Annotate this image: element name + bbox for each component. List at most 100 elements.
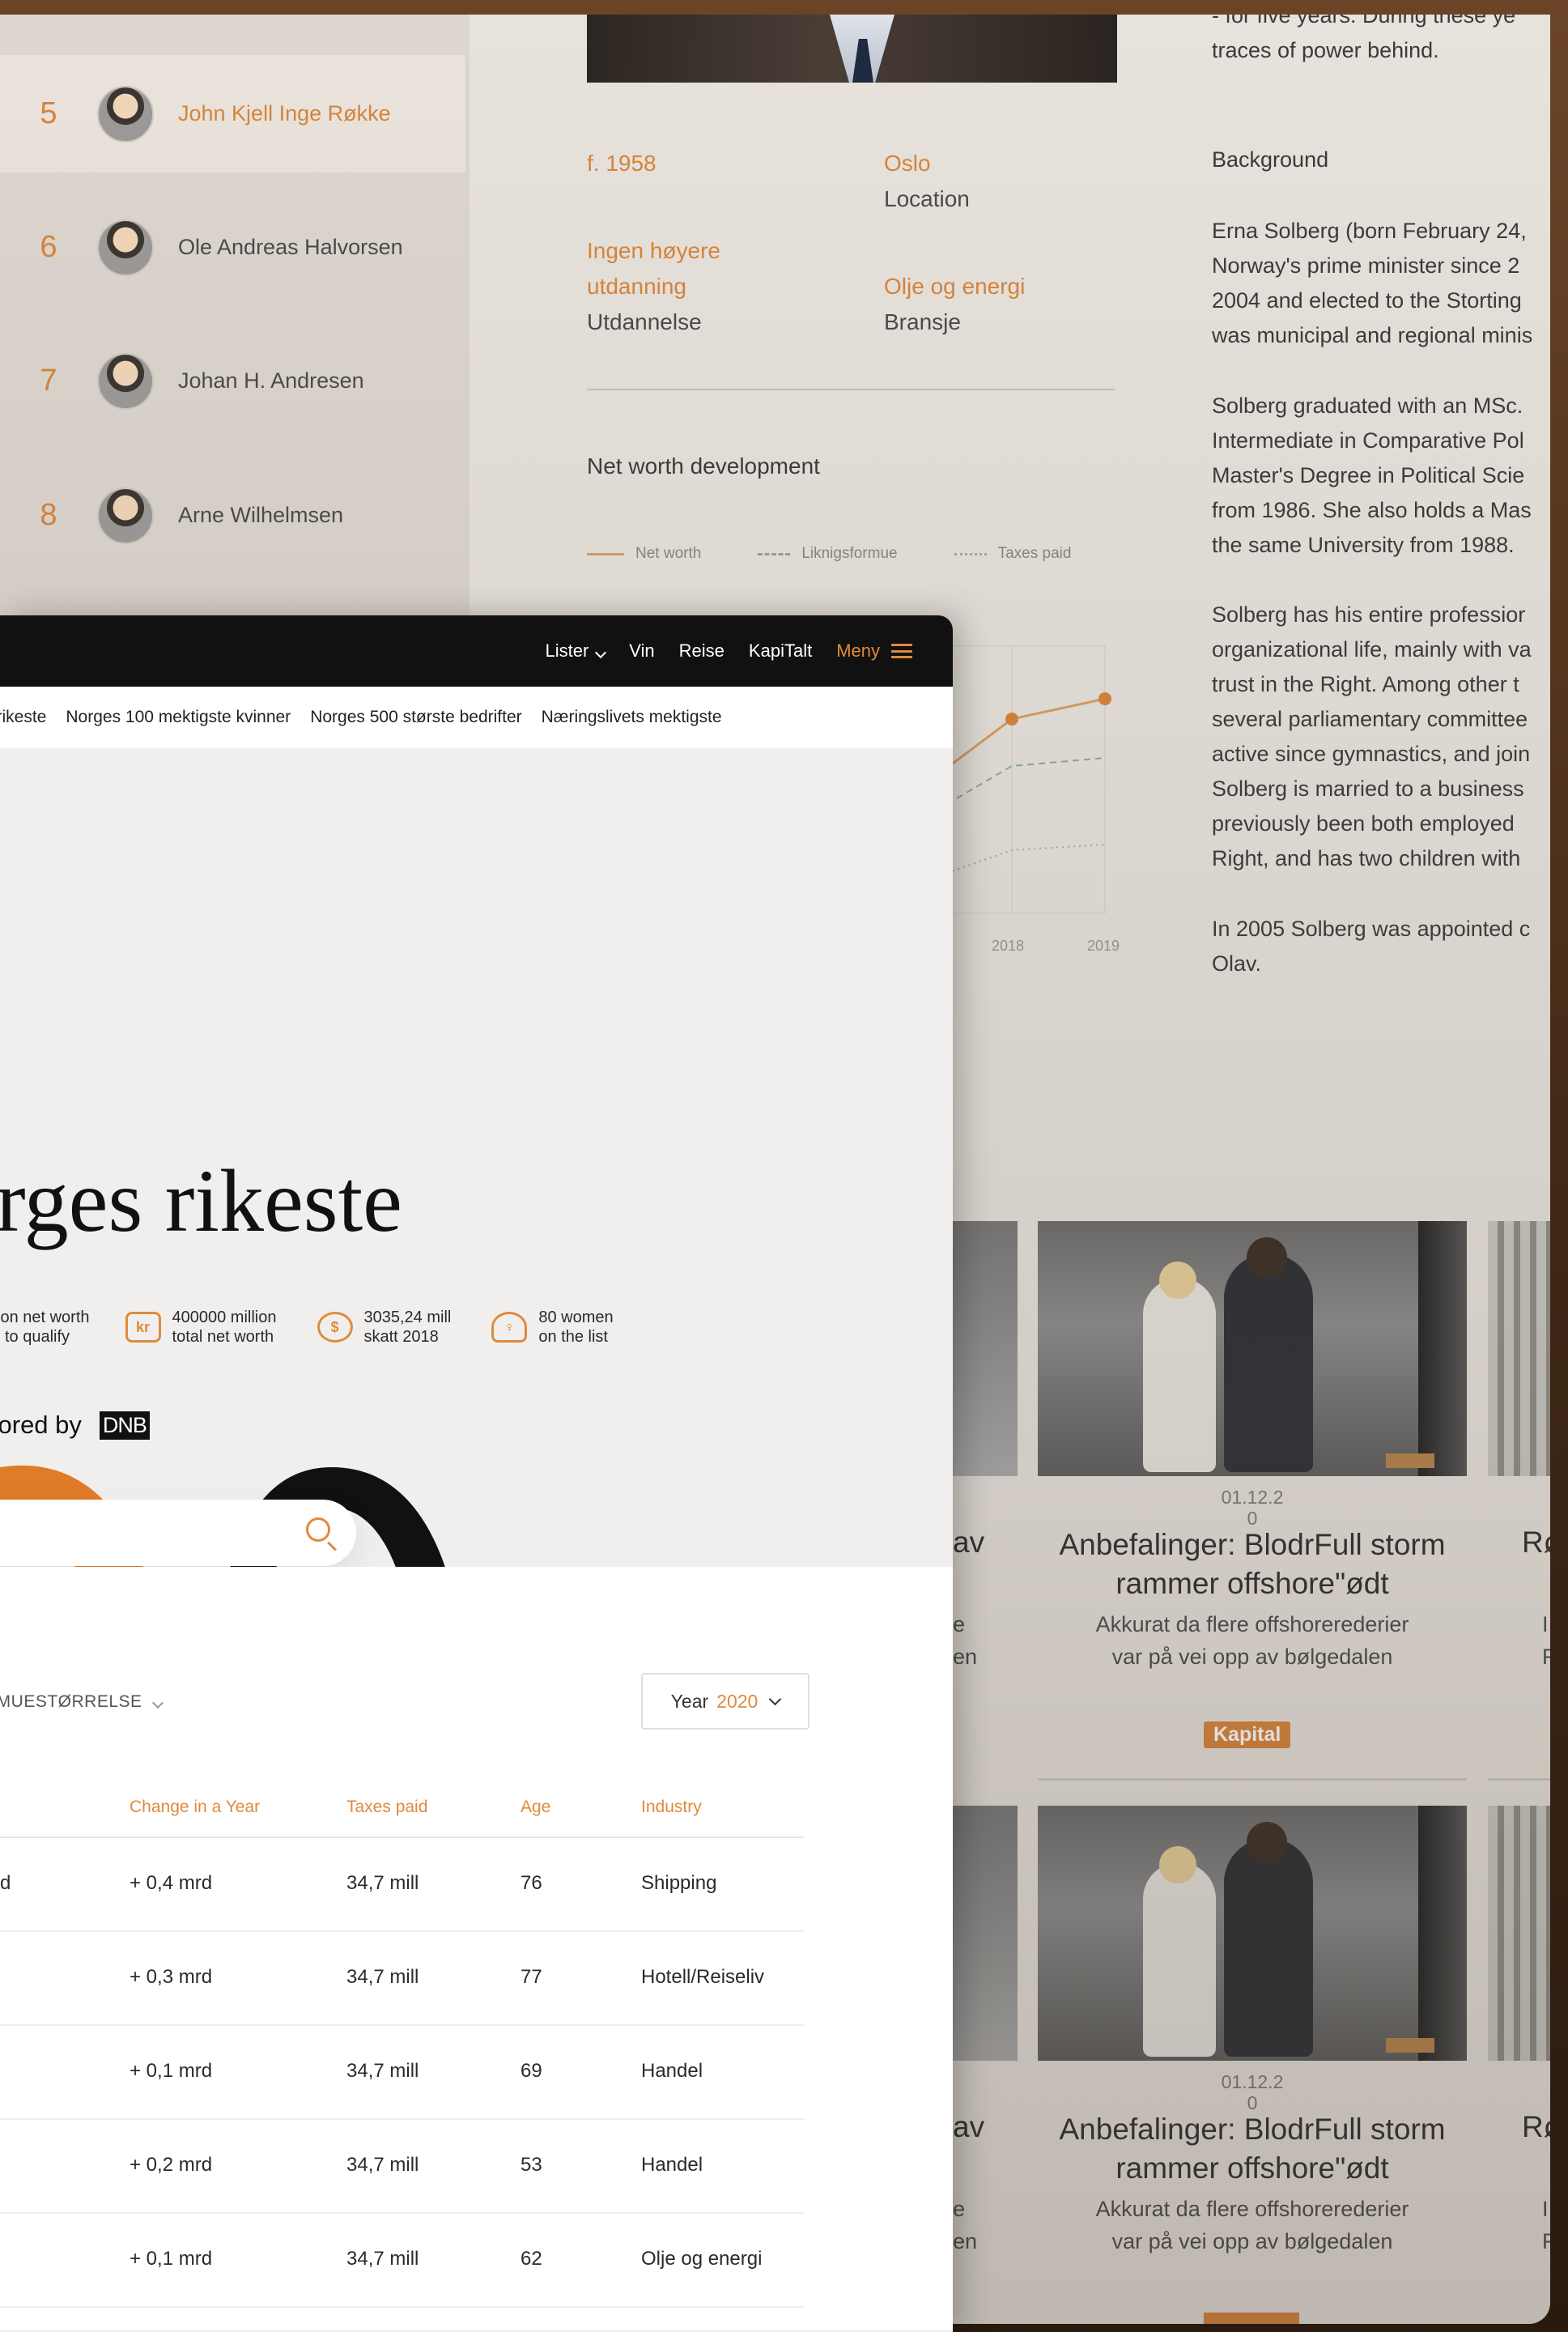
bio-heading: Background [1212,147,1329,172]
money-icon: kr [125,1312,161,1343]
legend-item-taxes: Taxes paid [954,545,1071,563]
stat-line: on the list [538,1328,608,1346]
cell-age: 76 [521,1872,542,1894]
nav-item-lister[interactable]: Lister [545,640,607,662]
bio-line: Erna Solberg (born February 24, [1212,219,1527,243]
nav-item-kapitalt[interactable]: KapiTalt [749,640,812,662]
subnav-item-mektigste[interactable]: Næringslivets mektigste [542,708,722,727]
search-input[interactable] [0,1500,356,1566]
sort-label: RMUESTØRRELSE [0,1692,142,1711]
peek-line: e [953,2197,966,2221]
bio-line: traces of power behind. [1212,38,1439,62]
piggybank-icon: $ [317,1312,353,1343]
rank-row[interactable]: 5 John Kjell Inge Røkke [0,55,465,172]
table-row[interactable]: + 0,3 mrd 34,7 mill 77 Hotell/Reiseliv [0,1932,804,2026]
stat-total-net-worth: kr 400000 million total net worth [125,1308,277,1347]
fact-location-value: Oslo [884,151,931,176]
cell-lead: d [0,1872,11,1894]
sponsor-logo-dnb[interactable]: DNB [99,1411,150,1440]
card-image[interactable] [1038,1806,1467,2061]
nav-item-vin[interactable]: Vin [629,640,654,662]
card-divider [1488,1778,1550,1781]
card-tag[interactable]: Kapital [1204,1721,1291,1748]
search-icon[interactable] [306,1517,330,1542]
fact-education-value-2: utdanning [587,274,687,299]
card-title[interactable]: Anbefalinger: BlodrFull storm rammer off… [1038,2110,1467,2188]
peek-text-left: e en [953,1608,977,1673]
legend-item-liknigsformue: Liknigsformue [758,545,898,563]
card-title[interactable]: Anbefalinger: BlodrFull storm rammer off… [1038,1526,1467,1603]
stat-line: ion net worth [0,1309,90,1326]
chevron-down-icon [595,646,607,659]
card-date-line: 01.12.2 [1221,2071,1284,2092]
card-tag[interactable] [1204,2313,1299,2324]
peek-title-right: Rø [1522,2110,1550,2143]
bio-line: several parliamentary committee [1212,707,1528,731]
card-image-left[interactable] [953,1806,1018,2061]
rank-row[interactable]: 7 Johan H. Andresen [0,322,465,440]
peek-title-right: Rø [1522,1526,1550,1559]
bio-line: - for five years. During these ye [1212,15,1516,28]
rank-number: 8 [40,498,57,532]
sort-dropdown[interactable]: RMUESTØRRELSE [0,1692,164,1712]
subnav-item-kvinner[interactable]: Norges 100 mektigste kvinner [66,708,291,727]
rank-row[interactable]: 8 Arne Wilhelmsen [0,457,465,574]
table-row[interactable]: d + 0,4 mrd 34,7 mill 76 Shipping [0,1838,804,1932]
top-nav: Lister Vin Reise KapiTalt Meny [545,615,953,687]
menu-button[interactable]: Meny [836,640,912,662]
bio-line: Solberg graduated with an MSc. [1212,394,1523,418]
peek-line: I [1542,1612,1549,1636]
year-select[interactable]: Year 2020 [641,1673,809,1730]
peek-title-left: av [953,1526,985,1559]
sponsor-text: sored by [0,1411,82,1439]
table-row[interactable]: + 0,1 mrd 34,7 mill 62 Olje og energi [0,2214,804,2308]
stat-text: ion net worth to qualify [0,1308,90,1347]
bio-line: Intermediate in Comparative Pol [1212,428,1524,453]
column-header-age[interactable]: Age [521,1798,550,1817]
card-date: 01.12.2 0 [1038,1487,1467,1529]
stat-qualify: ion net worth to qualify [0,1308,90,1347]
bio-line: organizational life, mainly with va [1212,637,1532,662]
chevron-down-icon [769,1692,782,1705]
hamburger-icon [891,644,912,658]
table-row[interactable]: + 0,1 mrd 34,7 mill 69 Handel [0,2026,804,2120]
list-subnav: 0 rikeste Norges 100 mektigste kvinner N… [0,687,953,748]
bio-line: In 2005 Solberg was appointed c [1212,917,1531,941]
legend-item-net-worth: Net worth [587,545,701,563]
subnav-item-bedrifter[interactable]: Norges 500 største bedrifter [310,708,521,727]
column-header-change[interactable]: Change in a Year [130,1798,260,1817]
nav-item-reise[interactable]: Reise [679,640,725,662]
cell-taxes: 34,7 mill [346,1966,419,1988]
bio-line: trust in the Right. Among other t [1212,672,1519,696]
card-image-left[interactable] [953,1221,1018,1476]
card-image-right[interactable] [1488,1221,1550,1476]
card-title-line: rammer offshore"ødt [1115,1567,1389,1600]
avatar [97,219,154,276]
cell-change: + 0,1 mrd [130,2248,213,2270]
peek-text-right: I Rø [1542,1608,1550,1673]
bio-line: Olav. [1212,951,1262,976]
fact-industry-value: Olje og energi [884,274,1026,299]
table-row[interactable]: + 0,2 mrd 34,7 mill 53 Handel [0,2120,804,2214]
fact-born-value: f. 1958 [587,151,657,176]
chart-tick-label: 2018 [992,938,1025,954]
bio-line: Solberg is married to a business [1212,777,1524,801]
rank-number: 7 [40,364,57,398]
card-date-line: 01.12.2 [1221,1487,1284,1508]
column-header-taxes[interactable]: Taxes paid [346,1798,427,1817]
peek-text-right: I Rø [1542,2193,1550,2258]
cell-age: 69 [521,2060,542,2082]
bio-line: from 1986. She also holds a Mas [1212,498,1532,522]
card-image-right[interactable] [1488,1806,1550,2061]
card-image[interactable] [1038,1221,1467,1476]
card-summary-line: var på vei opp av bølgedalen [1111,1645,1393,1669]
peek-title-left: av [953,2110,985,2143]
cell-industry: Hotell/Reiseliv [641,1966,765,1988]
rank-row[interactable]: 6 Ole Andreas Halvorsen [0,189,465,306]
cell-age: 62 [521,2248,542,2270]
column-header-industry[interactable]: Industry [641,1798,702,1817]
bio-paragraph-3: Solberg has his entire professior organi… [1212,598,1550,876]
fact-industry: Olje og energi Bransje [884,269,1025,340]
subnav-item-rikeste[interactable]: 0 rikeste [0,708,46,727]
peek-line: Rø [1542,2229,1550,2253]
